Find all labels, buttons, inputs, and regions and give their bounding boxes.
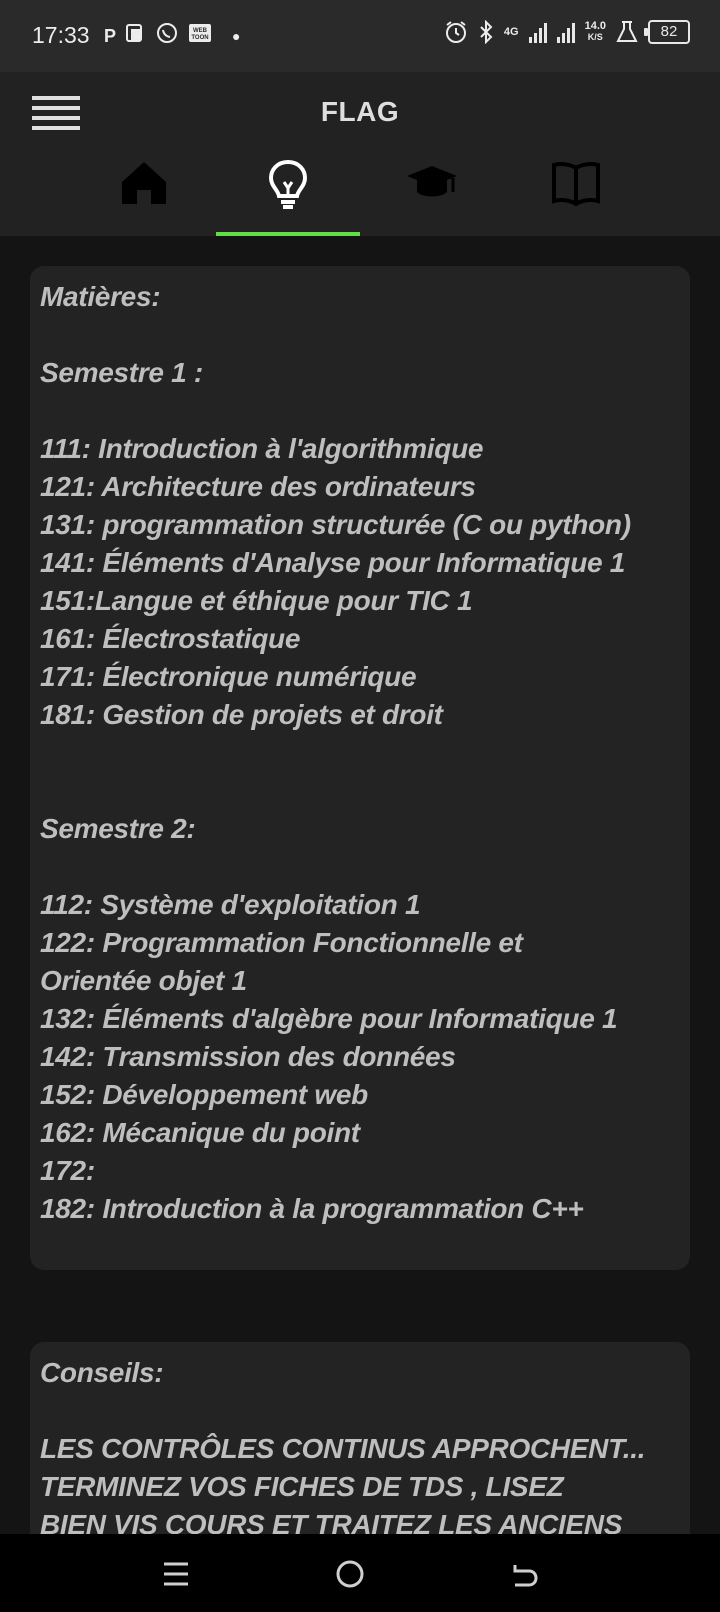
content-scroll[interactable]: Matières: Semestre 1 : 111: Introduction… — [0, 236, 720, 1534]
graduation-cap-icon — [407, 166, 457, 197]
home-icon — [122, 162, 166, 204]
tab-bar — [0, 158, 720, 236]
more-notifications-dot: ● — [232, 28, 241, 44]
network-type: 4G — [503, 25, 519, 38]
signal-2-icon — [556, 21, 575, 43]
back-button[interactable] — [494, 1554, 554, 1594]
home-circle-icon — [336, 1560, 364, 1588]
tab-courses[interactable] — [504, 158, 648, 236]
tab-ideas[interactable] — [216, 158, 360, 236]
signal-1-icon — [528, 21, 547, 43]
status-time: 17:33 — [32, 22, 90, 48]
notification-icons: P WEB TOON ● — [104, 22, 240, 50]
battery-icon: 82 — [644, 20, 690, 44]
tab-education[interactable] — [360, 158, 504, 236]
subjects-card: Matières: Semestre 1 : 111: Introduction… — [30, 266, 690, 1270]
status-bar: 17:33 P WEB TOON ● 4G 14.0 K/S 82 — [0, 0, 720, 72]
recent-apps-button[interactable] — [146, 1554, 206, 1594]
alarm-icon — [445, 21, 466, 43]
advice-text: Conseils: LES CONTRÔLES CONTINUS APPROCH… — [40, 1357, 646, 1534]
flask-icon — [616, 21, 638, 42]
app-icon — [126, 22, 146, 50]
bluetooth-icon — [480, 20, 493, 44]
advice-card: Conseils: LES CONTRÔLES CONTINUS APPROCH… — [30, 1342, 690, 1534]
whatsapp-icon — [156, 22, 178, 50]
lightbulb-icon — [268, 159, 308, 209]
tab-home[interactable] — [72, 158, 216, 236]
system-nav-bar — [0, 1534, 720, 1612]
app-bar: FLAG — [0, 72, 720, 236]
net-speed: 14.0 K/S — [585, 21, 606, 43]
parking-icon: P — [104, 26, 117, 46]
svg-text:WEB: WEB — [193, 28, 208, 34]
book-icon — [552, 162, 600, 207]
subjects-text: Matières: Semestre 1 : 111: Introduction… — [40, 281, 631, 1224]
home-button[interactable] — [320, 1554, 380, 1594]
svg-text:TOON: TOON — [191, 35, 208, 41]
menu-lines-icon — [164, 1562, 188, 1586]
status-right-icons: 4G 14.0 K/S 82 — [444, 20, 690, 44]
net-speed-value: 14.0 — [584, 20, 606, 32]
back-icon — [513, 1565, 538, 1587]
net-speed-unit: K/S — [587, 32, 603, 42]
page-title: FLAG — [320, 96, 400, 127]
webtoon-icon: WEB TOON — [188, 22, 212, 50]
